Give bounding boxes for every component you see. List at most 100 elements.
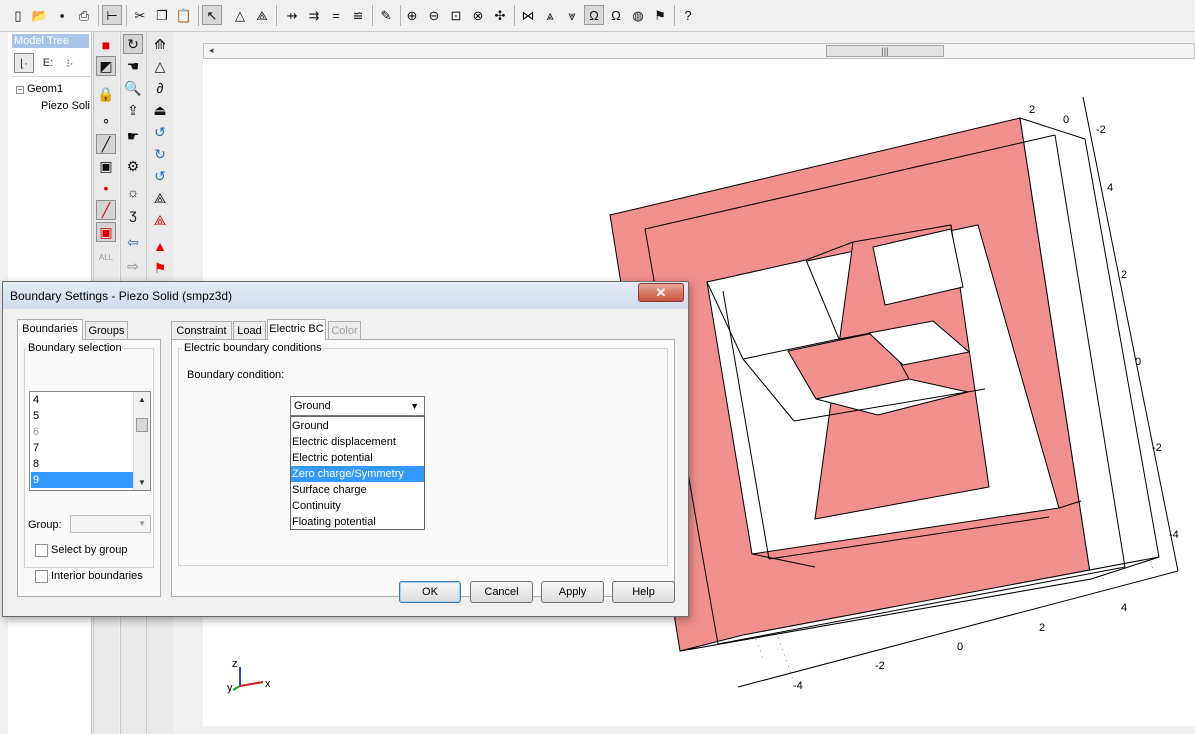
zoom-in-icon[interactable]: ⊕ [402, 5, 422, 25]
option-floating-potential[interactable]: Floating potential [291, 514, 424, 530]
list-item[interactable]: 6 [31, 424, 133, 440]
list-scroll-thumb[interactable] [136, 418, 148, 432]
cancel-button[interactable]: Cancel [470, 581, 533, 603]
revolve-2-icon[interactable]: ↻ [150, 144, 170, 164]
omega-highlight-icon[interactable]: Ω [584, 5, 604, 25]
hand-icon[interactable]: ☚ [123, 56, 143, 76]
print-icon[interactable]: ⎙ [74, 5, 94, 25]
boundary-selection-list[interactable]: 4 5 6 7 8 9 10 ▲ ▼ [29, 391, 151, 491]
arrow-left-icon[interactable]: ⇦ [123, 232, 143, 252]
interior-boundaries-checkbox[interactable] [35, 570, 48, 583]
list-item[interactable]: 5 [31, 408, 133, 424]
loft-icon[interactable]: ↺ [150, 166, 170, 186]
rect-icon[interactable]: ▣ [96, 156, 116, 176]
option-ground[interactable]: Ground [291, 418, 424, 434]
equals-underline-icon[interactable]: ≌ [348, 5, 368, 25]
ok-button[interactable]: OK [399, 581, 461, 603]
red-triangle-icon[interactable]: ▲ [150, 236, 170, 256]
list-item[interactable]: 7 [31, 440, 133, 456]
square-red-icon[interactable]: ▣ [96, 222, 116, 242]
triangle-icon[interactable]: △ [150, 56, 170, 76]
new-file-icon[interactable]: ▯ [8, 5, 28, 25]
tree-node-geom1[interactable]: Geom1 [27, 83, 63, 95]
revolve-icon[interactable]: ↺ [150, 122, 170, 142]
arrow-right-icon[interactable]: ⇨ [123, 256, 143, 276]
model-tree-icon[interactable]: ⊢ [102, 5, 122, 25]
option-surface-charge[interactable]: Surface charge [291, 482, 424, 498]
mesh-cross-icon[interactable]: ⟁ [150, 210, 170, 230]
sphere-icon[interactable]: ◍ [628, 5, 648, 25]
scroll-thumb[interactable]: ||| [826, 45, 944, 57]
close-icon[interactable]: ✕ [638, 283, 684, 302]
tab-boundaries[interactable]: Boundaries [17, 319, 83, 340]
help-button[interactable]: Help [612, 581, 675, 603]
bond-icon[interactable]: ⇸ [282, 5, 302, 25]
rotate-icon[interactable]: ↻ [123, 34, 143, 54]
omega-icon[interactable]: Ω [606, 5, 626, 25]
open-folder-icon[interactable]: 📂 [30, 5, 50, 25]
scroll-down-arrow-icon[interactable]: ▼ [138, 478, 146, 487]
list-scrollbar[interactable]: ▲ ▼ [133, 392, 150, 490]
tree-expanded-icon[interactable]: ⁝· [60, 53, 80, 73]
solve-icon[interactable]: ⩔ [562, 5, 582, 25]
option-electric-displacement[interactable]: Electric displacement [291, 434, 424, 450]
sun-icon[interactable]: ☼ [123, 182, 143, 202]
wrench-icon[interactable]: ✎ [376, 5, 396, 25]
save-icon[interactable]: ▪ [52, 5, 72, 25]
paste-icon[interactable]: 📋 [174, 5, 194, 25]
list-item[interactable]: 8 [31, 456, 133, 472]
point-red-icon[interactable]: • [96, 178, 116, 198]
draw-mode-icon[interactable]: ■ [96, 35, 116, 55]
option-electric-potential[interactable]: Electric potential [291, 450, 424, 466]
zoom-icon[interactable]: 🔍 [123, 78, 143, 98]
triangle-outline-icon[interactable]: △ [230, 5, 250, 25]
extrude-icon[interactable]: ⏏ [150, 100, 170, 120]
boundary-condition-select[interactable]: Ground ▼ [290, 396, 425, 416]
select-by-group-checkbox[interactable] [35, 544, 48, 557]
tree-view-icon[interactable]: ⌊· [14, 53, 34, 73]
transform-icon[interactable]: ✣ [490, 5, 510, 25]
cut-icon[interactable]: ✂ [130, 5, 150, 25]
select-pointer-icon[interactable]: ↖ [202, 5, 222, 25]
zoom-out-icon[interactable]: ⊖ [424, 5, 444, 25]
option-zero-charge-symmetry[interactable]: Zero charge/Symmetry [291, 466, 424, 482]
list-item[interactable]: 10 [31, 488, 133, 490]
mesh-plot-icon[interactable]: ⩓ [540, 5, 560, 25]
cone-icon[interactable]: ⟰ [150, 34, 170, 54]
tree-node-piezo-solid[interactable]: Piezo Soli [41, 100, 90, 112]
option-continuity[interactable]: Continuity [291, 498, 424, 514]
tab-groups[interactable]: Groups [85, 321, 128, 340]
canvas-horizontal-scrollbar[interactable]: ◂ ||| [203, 43, 1195, 59]
mesh-refine-icon[interactable]: ⋈ [518, 5, 538, 25]
zoom-extents-icon[interactable]: ⊗ [468, 5, 488, 25]
equals-icon[interactable]: = [326, 5, 346, 25]
copy-icon[interactable]: ❐ [152, 5, 172, 25]
post-plot-icon[interactable]: ⚑ [650, 5, 670, 25]
move-icon[interactable]: ⇪ [123, 100, 143, 120]
lock-icon[interactable]: 🔒 [96, 84, 116, 104]
help-icon[interactable]: ? [678, 5, 698, 25]
tree-detail-icon[interactable]: E: [38, 53, 58, 73]
scroll-left-arrow-icon[interactable]: ◂ [209, 45, 214, 56]
geometry-icon[interactable]: ◩ [96, 56, 116, 76]
zoom-window-icon[interactable]: ⊡ [446, 5, 466, 25]
list-item[interactable]: 4 [31, 392, 133, 408]
mesh-solid-icon[interactable]: ⟁ [150, 188, 170, 208]
triangle-mesh-icon[interactable]: ⟁ [252, 5, 272, 25]
sweep-icon[interactable]: ∂ [150, 78, 170, 98]
tab-load[interactable]: Load [233, 321, 266, 340]
scroll-up-arrow-icon[interactable]: ▲ [138, 395, 146, 404]
line-red-icon[interactable]: ╱ [96, 200, 116, 220]
all-icon[interactable]: ALL [96, 248, 116, 268]
apply-button[interactable]: Apply [541, 581, 604, 603]
list-item-selected[interactable]: 9 [31, 472, 133, 488]
group-select[interactable]: ▼ [70, 515, 151, 533]
red-flag-icon[interactable]: ⚑ [150, 258, 170, 278]
bond-right-icon[interactable]: ⇉ [304, 5, 324, 25]
dialog-titlebar[interactable]: Boundary Settings - Piezo Solid (smpz3d)… [3, 282, 688, 309]
point-icon[interactable]: ∘ [96, 110, 116, 130]
line-icon[interactable]: ╱ [96, 134, 116, 154]
tab-constraint[interactable]: Constraint [171, 321, 232, 340]
collapse-icon[interactable]: − [16, 86, 24, 94]
pan-icon[interactable]: ☛ [123, 126, 143, 146]
